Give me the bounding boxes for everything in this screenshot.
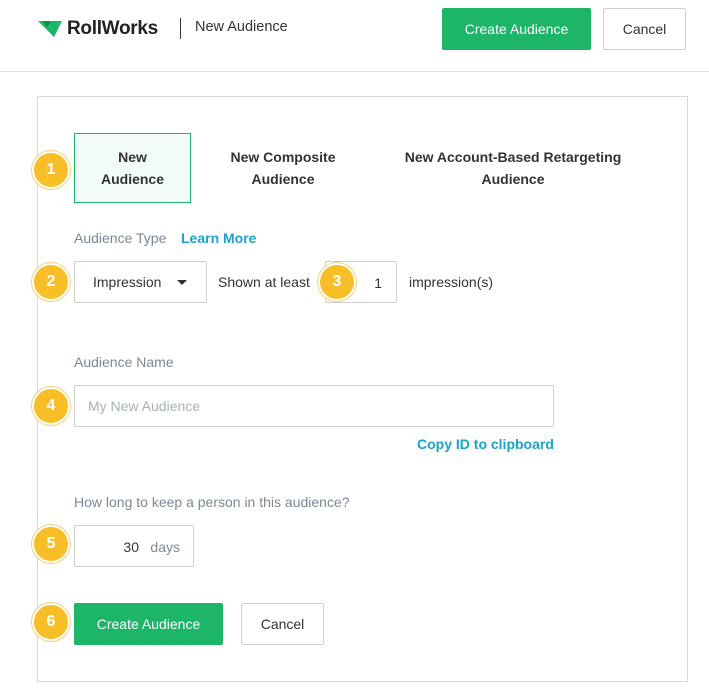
learn-more-link[interactable]: Learn More — [181, 230, 256, 246]
cancel-button[interactable]: Cancel — [241, 603, 324, 645]
create-audience-button[interactable]: Create Audience — [74, 603, 223, 645]
tab-label: New Audience — [100, 149, 164, 187]
shown-at-least-text: Shown at least — [218, 274, 310, 290]
audience-type-select[interactable]: Impression — [74, 261, 207, 303]
header-create-audience-button[interactable]: Create Audience — [442, 8, 591, 50]
page-title: New Audience — [195, 19, 288, 35]
duration-label: How long to keep a person in this audien… — [74, 494, 350, 510]
caret-down-icon — [177, 280, 187, 285]
audience-type-selected: Impression — [93, 274, 162, 290]
step-badge-5: 5 — [32, 525, 70, 563]
step-badge-3: 3 — [318, 263, 356, 301]
header-divider — [180, 18, 181, 39]
copy-id-link[interactable]: Copy ID to clipboard — [417, 436, 554, 452]
tab-new-abr-audience[interactable]: New Account-Based Retargeting Audience — [380, 133, 646, 203]
step-badge-6: 6 — [32, 603, 70, 641]
step-badge-1: 1 — [32, 151, 70, 189]
audience-name-input[interactable] — [74, 385, 554, 427]
logo-text: RollWorks — [67, 18, 158, 39]
duration-days-input[interactable]: 30 days — [74, 525, 194, 567]
rollworks-logo[interactable]: RollWorks — [38, 17, 158, 41]
tab-new-composite-audience[interactable]: New Composite Audience — [210, 133, 356, 203]
rollworks-logo-icon — [38, 21, 62, 37]
header-cancel-button[interactable]: Cancel — [603, 8, 686, 50]
audience-type-label: Audience Type — [74, 230, 167, 246]
tab-new-audience[interactable]: New Audience — [74, 133, 191, 203]
tab-label: New Composite Audience — [230, 149, 336, 187]
audience-name-label: Audience Name — [74, 354, 174, 370]
duration-days-value: 30 — [123, 539, 139, 555]
app-header: RollWorks New Audience Create Audience C… — [0, 0, 709, 72]
duration-days-unit: days — [150, 539, 180, 555]
impression-count-value: 1 — [374, 275, 382, 291]
tab-label: New Account-Based Retargeting Audience — [404, 149, 622, 187]
impressions-unit-text: impression(s) — [409, 274, 494, 290]
step-badge-4: 4 — [32, 387, 70, 425]
step-badge-2: 2 — [32, 263, 70, 301]
